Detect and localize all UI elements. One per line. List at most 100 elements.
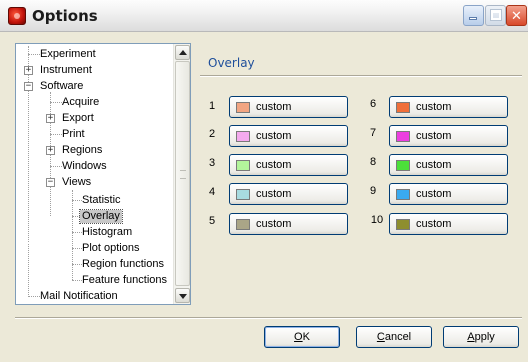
ok-button[interactable]: OK xyxy=(264,326,340,348)
overlay-color-button-10[interactable]: custom xyxy=(389,213,508,235)
overlay-number: 2 xyxy=(208,128,216,140)
window-title: Options xyxy=(32,7,98,25)
panel-title: Overlay xyxy=(208,56,255,70)
overlay-label: custom xyxy=(416,188,452,200)
overlay-number: 10 xyxy=(370,214,384,226)
tree-connector xyxy=(72,264,82,265)
title-bar[interactable]: Options ✕ xyxy=(0,0,528,32)
tree-connector xyxy=(72,190,73,280)
close-button[interactable]: ✕ xyxy=(506,5,527,26)
overlay-number: 6 xyxy=(369,98,377,110)
overlay-label: custom xyxy=(416,218,452,230)
tree-connector xyxy=(72,200,82,201)
overlay-color-button-5[interactable]: custom xyxy=(229,213,348,235)
color-swatch xyxy=(396,131,410,142)
tree-item-statistic[interactable]: Statistic xyxy=(82,194,121,207)
close-icon: ✕ xyxy=(511,8,522,23)
divider xyxy=(200,75,522,77)
overlay-color-button-1[interactable]: custom xyxy=(229,96,348,118)
overlay-number: 4 xyxy=(208,186,216,198)
tree-connector xyxy=(28,244,29,295)
tree-item-overlay[interactable]: Overlay xyxy=(79,209,123,224)
overlay-number: 3 xyxy=(208,157,216,169)
scroll-down-button[interactable] xyxy=(175,288,190,303)
color-swatch xyxy=(396,189,410,200)
overlay-color-button-9[interactable]: custom xyxy=(389,183,508,205)
tree-connector xyxy=(28,46,29,242)
tree-item-software[interactable]: Software xyxy=(40,80,83,93)
tree-connector xyxy=(72,248,82,249)
cancel-label: ancel xyxy=(384,331,412,343)
expand-icon[interactable]: + xyxy=(46,114,55,123)
expand-icon[interactable]: + xyxy=(24,66,33,75)
options-window: Options ✕ + − + + − Experiment Instrumen… xyxy=(0,0,528,362)
cancel-mnemonic: C xyxy=(376,331,385,343)
color-swatch xyxy=(396,160,410,171)
color-swatch xyxy=(236,131,250,142)
maximize-button[interactable] xyxy=(485,5,506,26)
tree-connector xyxy=(28,54,40,55)
overlay-color-button-2[interactable]: custom xyxy=(229,125,348,147)
apply-button[interactable]: Apply xyxy=(443,326,519,348)
tree-item-acquire[interactable]: Acquire xyxy=(62,96,99,109)
color-swatch xyxy=(236,219,250,230)
tree-connector xyxy=(50,134,62,135)
tree-item-instrument[interactable]: Instrument xyxy=(40,64,92,77)
tree-connector xyxy=(50,102,62,103)
tree-item-views[interactable]: Views xyxy=(62,176,91,189)
expand-icon[interactable]: + xyxy=(46,146,55,155)
overlay-label: custom xyxy=(256,159,292,171)
color-swatch xyxy=(236,189,250,200)
tree-item-feature-functions[interactable]: Feature functions xyxy=(82,274,167,287)
overlay-color-button-7[interactable]: custom xyxy=(389,125,508,147)
overlay-color-button-6[interactable]: custom xyxy=(389,96,508,118)
overlay-label: custom xyxy=(416,101,452,113)
overlay-label: custom xyxy=(256,218,292,230)
color-swatch xyxy=(396,219,410,230)
cancel-button[interactable]: Cancel xyxy=(356,326,432,348)
options-tree[interactable]: + − + + − Experiment Instrument Software… xyxy=(15,43,191,305)
overlay-color-button-8[interactable]: custom xyxy=(389,154,508,176)
color-swatch xyxy=(236,102,250,113)
tree-scrollbar[interactable] xyxy=(173,44,190,304)
overlay-number: 8 xyxy=(369,156,377,168)
tree-item-export[interactable]: Export xyxy=(62,112,94,125)
overlay-label: custom xyxy=(256,130,292,142)
overlay-number: 9 xyxy=(369,185,377,197)
overlay-label: custom xyxy=(256,101,292,113)
overlay-color-button-3[interactable]: custom xyxy=(229,154,348,176)
overlay-number: 1 xyxy=(208,100,216,112)
ok-mnemonic: O xyxy=(294,331,303,343)
chevron-up-icon xyxy=(179,50,187,55)
tree-item-windows[interactable]: Windows xyxy=(62,160,107,173)
tree-item-region-functions[interactable]: Region functions xyxy=(82,258,164,271)
ok-label: K xyxy=(302,331,310,343)
tree-item-histogram[interactable]: Histogram xyxy=(82,226,132,239)
divider xyxy=(15,317,522,319)
tree-item-regions[interactable]: Regions xyxy=(62,144,102,157)
apply-mnemonic: A xyxy=(467,331,475,343)
apply-label: pply xyxy=(474,331,495,343)
minimize-icon xyxy=(469,17,477,20)
tree-item-experiment[interactable]: Experiment xyxy=(40,48,96,61)
overlay-label: custom xyxy=(416,159,452,171)
collapse-icon[interactable]: − xyxy=(24,82,33,91)
tree-connector xyxy=(28,296,40,297)
minimize-button[interactable] xyxy=(463,5,484,26)
app-icon xyxy=(8,7,26,25)
tree-item-mail-notification[interactable]: Mail Notification xyxy=(40,290,118,303)
chevron-down-icon xyxy=(179,294,187,299)
tree-connector xyxy=(50,166,62,167)
overlay-color-button-4[interactable]: custom xyxy=(229,183,348,205)
overlay-label: custom xyxy=(416,130,452,142)
tree-item-plot-options[interactable]: Plot options xyxy=(82,242,139,255)
color-swatch xyxy=(396,102,410,113)
tree-connector xyxy=(72,232,82,233)
tree-item-print[interactable]: Print xyxy=(62,128,85,141)
scroll-up-button[interactable] xyxy=(175,45,190,60)
color-swatch xyxy=(236,160,250,171)
collapse-icon[interactable]: − xyxy=(46,178,55,187)
overlay-label: custom xyxy=(256,188,292,200)
overlay-number: 5 xyxy=(208,215,216,227)
scroll-thumb[interactable] xyxy=(175,61,190,286)
